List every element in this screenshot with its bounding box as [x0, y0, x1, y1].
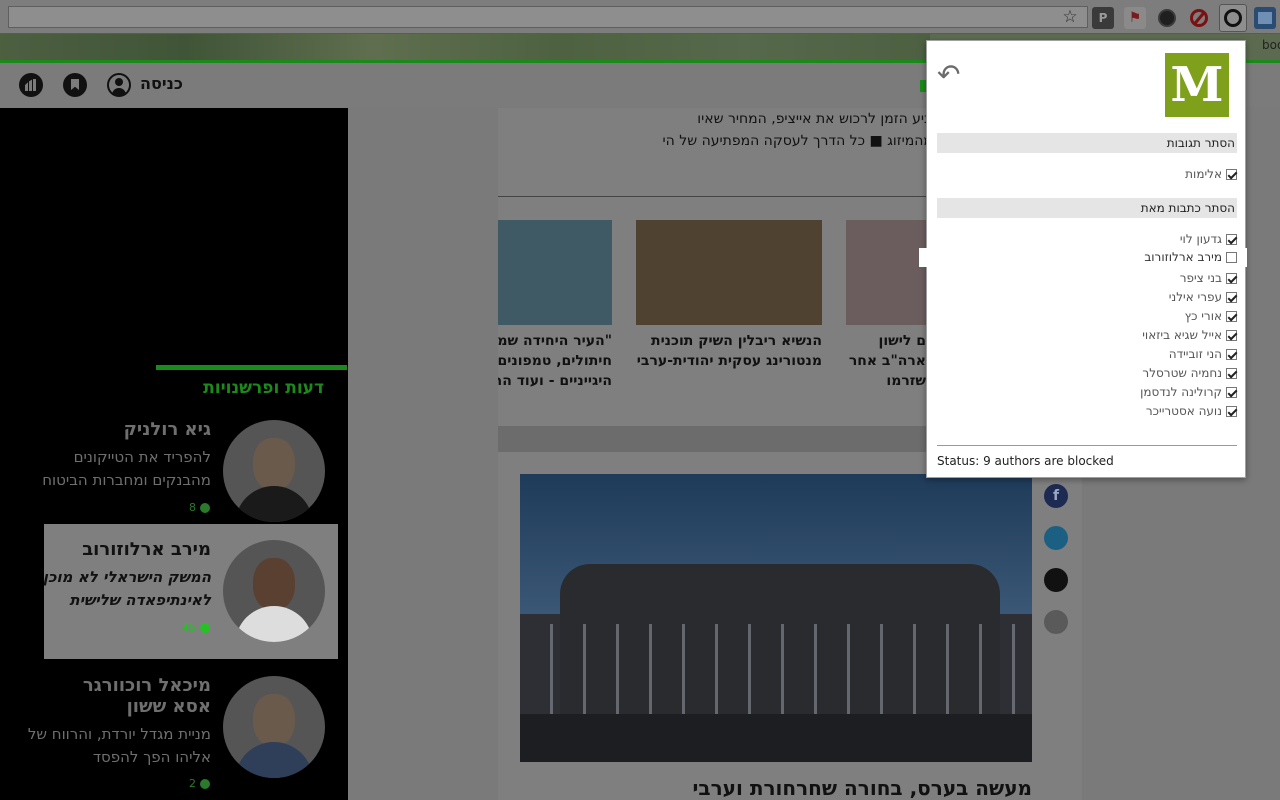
user-icon[interactable] — [107, 73, 131, 97]
author-option[interactable]: נחמיה שטרסלר — [937, 364, 1237, 383]
related-article[interactable]: הנשיא ריבלין השיק תוכנית מנטורינג עסקית י… — [636, 220, 822, 371]
author-option-highlighted[interactable]: מירב ארלוזורוב — [919, 248, 1247, 267]
article-image[interactable] — [846, 220, 926, 325]
extension-logo: M — [1165, 53, 1229, 117]
comment-bubble-icon — [200, 502, 210, 513]
comment-bubble-icon — [200, 622, 210, 633]
opinion-sidebar: דעות ופרשנויות גיא רולניק להפריד את הטיי… — [0, 108, 348, 800]
comment-count[interactable]: 8 — [189, 501, 210, 514]
login-link[interactable]: כניסה — [140, 74, 183, 93]
author-label: הני זוביידה — [1168, 347, 1222, 361]
address-bar[interactable] — [8, 6, 1088, 28]
author-avatar[interactable] — [223, 676, 325, 778]
author-checkbox[interactable] — [1226, 368, 1237, 379]
hide-authors-header: הסתר כתבות מאת — [937, 198, 1237, 218]
author-label: גדעון לוי — [1179, 232, 1222, 246]
toolbar: ☆ P ⚑ — [0, 0, 1280, 34]
article-title[interactable]: ם לישון ארה"ב אחר שזרמו — [846, 331, 926, 391]
author-label: עפרי אילני — [1168, 290, 1222, 304]
opinion-card[interactable]: גיא רולניק להפריד את הטייקונים מהבנקים ומ… — [42, 404, 338, 539]
author-checkbox[interactable] — [1226, 330, 1237, 341]
bookmark-star-icon[interactable]: ☆ — [1060, 8, 1080, 26]
section-title[interactable]: דעות ופרשנויות — [203, 378, 324, 398]
author-option[interactable]: אייל שגיא ביזאוי — [937, 326, 1237, 345]
screen: ☆ P ⚑ bookm כניסה דעות ופרשנויות גיא רול… — [0, 0, 1280, 800]
author-option[interactable]: עפרי אילני — [937, 288, 1237, 307]
active-extension-icon[interactable] — [1219, 4, 1247, 32]
author-option[interactable]: גדעון לוי — [937, 230, 1237, 249]
article-teaser[interactable]: להפריד את הטייקונים מהבנקים ומחברות הביטו… — [21, 446, 211, 492]
author-label: קרולינה לנדסמן — [1140, 385, 1222, 399]
author-checkbox[interactable] — [1226, 292, 1237, 303]
author-option[interactable]: הני זוביידה — [937, 345, 1237, 364]
related-article[interactable]: "העיר היחידה שמז חיתולים, טמפונים, היגייני… — [498, 220, 612, 391]
author-label: נועה אסטרייכר — [1145, 404, 1222, 418]
divider — [937, 445, 1237, 446]
pocket-extension-icon[interactable]: P — [1092, 7, 1114, 29]
globe-extension-icon[interactable] — [1156, 7, 1178, 29]
article-title[interactable]: הנשיא ריבלין השיק תוכנית מנטורינג עסקית י… — [636, 331, 822, 371]
violence-checkbox[interactable] — [1226, 169, 1237, 180]
author-checkbox[interactable] — [1226, 234, 1237, 245]
author-checkbox[interactable] — [1226, 406, 1237, 417]
status-text: Status: 9 authors are blocked — [937, 454, 1114, 468]
comment-count[interactable]: 45 — [182, 621, 210, 634]
author-option[interactable]: נועה אסטרייכר — [937, 402, 1237, 421]
violence-label: אלימות — [1185, 167, 1222, 181]
window-extension-icon[interactable] — [1254, 7, 1276, 29]
hide-reactions-header: הסתר תגובות — [937, 133, 1237, 153]
author-name[interactable]: מיכאל רוכוורגר — [21, 675, 211, 696]
author-avatar[interactable] — [223, 540, 325, 642]
article-title[interactable]: "העיר היחידה שמז חיתולים, טמפונים, היגייני… — [498, 331, 612, 391]
violence-option[interactable]: אלימות — [937, 165, 1237, 184]
article-headline[interactable]: מעשה בערס, בחורה שחרחורת וערבי שפוטר — [638, 776, 1032, 800]
article-image[interactable] — [498, 220, 612, 325]
section-divider — [156, 365, 347, 370]
author-label: נחמיה שטרסלר — [1142, 366, 1222, 380]
comment-bubble-icon — [200, 778, 210, 789]
author-label: בני ציפר — [1179, 271, 1222, 285]
author-name[interactable]: מירב ארלוזורוב — [21, 539, 211, 560]
author-name-2[interactable]: אסא ששון — [21, 696, 211, 717]
hero-image[interactable] — [520, 474, 1032, 762]
author-option[interactable]: אורי כץ — [937, 307, 1237, 326]
author-name[interactable]: גיא רולניק — [21, 419, 211, 440]
author-avatar[interactable] — [223, 420, 325, 522]
author-option[interactable]: בני ציפר — [937, 269, 1237, 288]
author-checkbox[interactable] — [1226, 387, 1237, 398]
author-option[interactable]: קרולינה לנדסמן — [937, 383, 1237, 402]
back-arrow-icon[interactable]: ↶ — [937, 59, 969, 91]
article-image[interactable] — [636, 220, 822, 325]
bookmark-icon[interactable] — [63, 73, 87, 97]
article-teaser[interactable]: מניית מגדל יורדת, והרווח של אליהו הפך להפ… — [21, 723, 211, 769]
author-label: אייל שגיא ביזאוי — [1142, 328, 1222, 342]
opinion-card[interactable]: מיכאל רוכוורגר אסא ששון מניית מגדל יורדת… — [28, 660, 338, 795]
bookmarks-overflow[interactable]: bookm — [1262, 38, 1280, 52]
block-extension-icon[interactable] — [1188, 7, 1210, 29]
author-checkbox[interactable] — [1226, 252, 1237, 263]
extension-popup: M ↶ הסתר תגובות אלימות הסתר כתבות מאת גד… — [919, 40, 1247, 478]
comment-count[interactable]: 2 — [189, 777, 210, 790]
chart-icon[interactable] — [19, 73, 43, 97]
twitter-share-icon[interactable] — [1044, 526, 1068, 550]
facebook-share-icon[interactable]: f — [1044, 484, 1068, 508]
author-label: מירב ארלוזורוב — [1144, 250, 1222, 264]
article-teaser[interactable]: המשק הישראלי לא מוכן לאינתיפאדה שלישית — [21, 566, 211, 612]
author-checkbox[interactable] — [1226, 349, 1237, 360]
red-extension-icon[interactable]: ⚑ — [1124, 7, 1146, 29]
author-checkbox[interactable] — [1226, 273, 1237, 284]
author-checkbox[interactable] — [1226, 311, 1237, 322]
email-share-icon[interactable] — [1044, 568, 1068, 592]
save-article-icon[interactable] — [1044, 610, 1068, 634]
author-label: אורי כץ — [1184, 309, 1222, 323]
opinion-card-highlighted[interactable]: מירב ארלוזורוב המשק הישראלי לא מוכן לאינת… — [43, 524, 338, 659]
